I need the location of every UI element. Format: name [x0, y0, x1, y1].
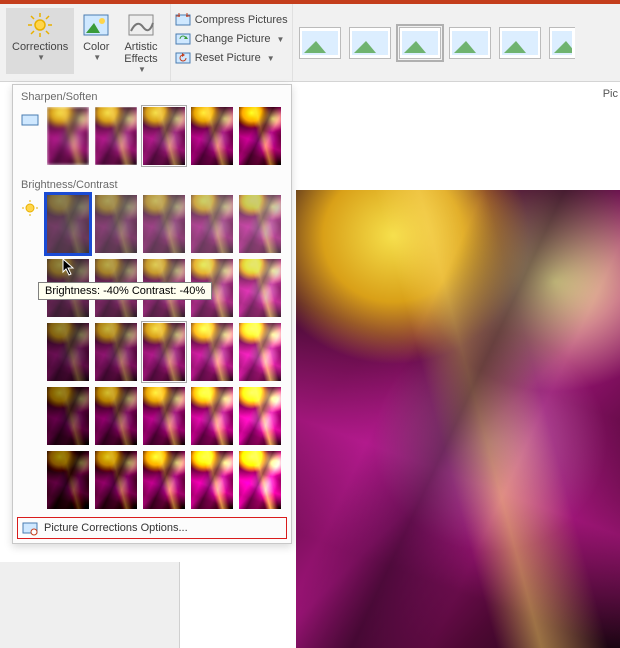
- brightness-preset-thumb[interactable]: [143, 451, 185, 509]
- reset-icon: [175, 50, 191, 66]
- chevron-down-icon: ▼: [93, 53, 101, 62]
- style-thumb[interactable]: [449, 27, 491, 59]
- brightness-preset-thumb[interactable]: [47, 387, 89, 445]
- preset-tooltip: Brightness: -40% Contrast: -40%: [38, 282, 212, 300]
- reset-picture-button[interactable]: Reset Picture ▼: [175, 50, 288, 66]
- brightness-preset-thumb[interactable]: [47, 323, 89, 381]
- style-thumb[interactable]: [299, 27, 341, 59]
- options-icon: [22, 520, 38, 536]
- brightness-preset-thumb[interactable]: [239, 323, 281, 381]
- brightness-preset-thumb[interactable]: [191, 323, 233, 381]
- style-thumb[interactable]: [349, 27, 391, 59]
- brightness-grid: [13, 195, 291, 513]
- reset-label: Reset Picture: [195, 52, 261, 64]
- compress-label: Compress Pictures: [195, 14, 288, 26]
- chevron-down-icon: ▼: [277, 35, 285, 44]
- artistic-icon: [125, 11, 157, 39]
- compress-icon: [175, 12, 191, 28]
- ribbon: Corrections ▼ Color ▼ Artistic Effects ▼: [0, 4, 620, 82]
- color-label: Color: [83, 41, 109, 53]
- style-thumb[interactable]: [499, 27, 541, 59]
- sun-icon: [24, 11, 56, 39]
- brightness-preset-thumb[interactable]: [95, 451, 137, 509]
- selected-picture[interactable]: [296, 190, 620, 648]
- compress-pictures-button[interactable]: Compress Pictures: [175, 12, 288, 28]
- brightness-preset-thumb[interactable]: [191, 195, 233, 253]
- brightness-preset-thumb[interactable]: [239, 195, 281, 253]
- brightness-side-icon: [21, 199, 39, 217]
- style-thumb-selected[interactable]: [399, 27, 441, 59]
- options-label: Picture Corrections Options...: [44, 522, 188, 534]
- brightness-preset-thumb[interactable]: [95, 387, 137, 445]
- brightness-preset-thumb[interactable]: [239, 451, 281, 509]
- sharpen-preset-thumb[interactable]: [239, 107, 281, 165]
- chevron-down-icon: ▼: [37, 53, 45, 62]
- chevron-down-icon: ▼: [138, 65, 146, 74]
- brightness-preset-thumb[interactable]: [239, 259, 281, 317]
- change-picture-button[interactable]: Change Picture ▼: [175, 31, 288, 47]
- corrections-label: Corrections: [12, 41, 68, 53]
- picture-tools-label: Pic: [603, 88, 618, 100]
- brightness-preset-thumb[interactable]: [143, 323, 185, 381]
- brightness-section-label: Brightness/Contrast: [13, 173, 291, 195]
- sharpen-preset-thumb[interactable]: [47, 107, 89, 165]
- style-thumb[interactable]: [549, 27, 575, 59]
- artistic-effects-button[interactable]: Artistic Effects ▼: [118, 8, 163, 74]
- brightness-preset-thumb[interactable]: [191, 387, 233, 445]
- brightness-preset-thumb[interactable]: [191, 451, 233, 509]
- ribbon-group-adjust: Corrections ▼ Color ▼ Artistic Effects ▼: [0, 4, 171, 81]
- ribbon-group-picture-tools: Compress Pictures Change Picture ▼ Reset …: [171, 4, 292, 81]
- sharpen-section-label: Sharpen/Soften: [13, 85, 291, 107]
- chevron-down-icon: ▼: [267, 54, 275, 63]
- brightness-preset-thumb[interactable]: [239, 387, 281, 445]
- sharpen-preset-thumb[interactable]: [191, 107, 233, 165]
- brightness-preset-thumb[interactable]: [47, 451, 89, 509]
- change-picture-icon: [175, 31, 191, 47]
- picture-styles-gallery[interactable]: [292, 4, 620, 81]
- brightness-preset-thumb[interactable]: [143, 387, 185, 445]
- sharpen-grid: [13, 107, 291, 173]
- sharpen-preset-thumb[interactable]: [95, 107, 137, 165]
- brightness-preset-thumb[interactable]: [143, 195, 185, 253]
- corrections-button[interactable]: Corrections ▼: [6, 8, 74, 74]
- change-label: Change Picture: [195, 33, 271, 45]
- artistic-label: Artistic Effects: [124, 41, 157, 65]
- brightness-preset-thumb[interactable]: [47, 195, 89, 253]
- picture-color-icon: [80, 11, 112, 39]
- sharpen-side-icon: [21, 111, 39, 129]
- brightness-preset-thumb[interactable]: [95, 323, 137, 381]
- brightness-preset-thumb[interactable]: [95, 195, 137, 253]
- slide-panel: [0, 562, 180, 648]
- corrections-dropdown: Sharpen/Soften Brightness/Contrast Pictu…: [12, 84, 292, 544]
- color-button[interactable]: Color ▼: [74, 8, 118, 74]
- picture-corrections-options-button[interactable]: Picture Corrections Options...: [17, 517, 287, 539]
- sharpen-preset-thumb[interactable]: [143, 107, 185, 165]
